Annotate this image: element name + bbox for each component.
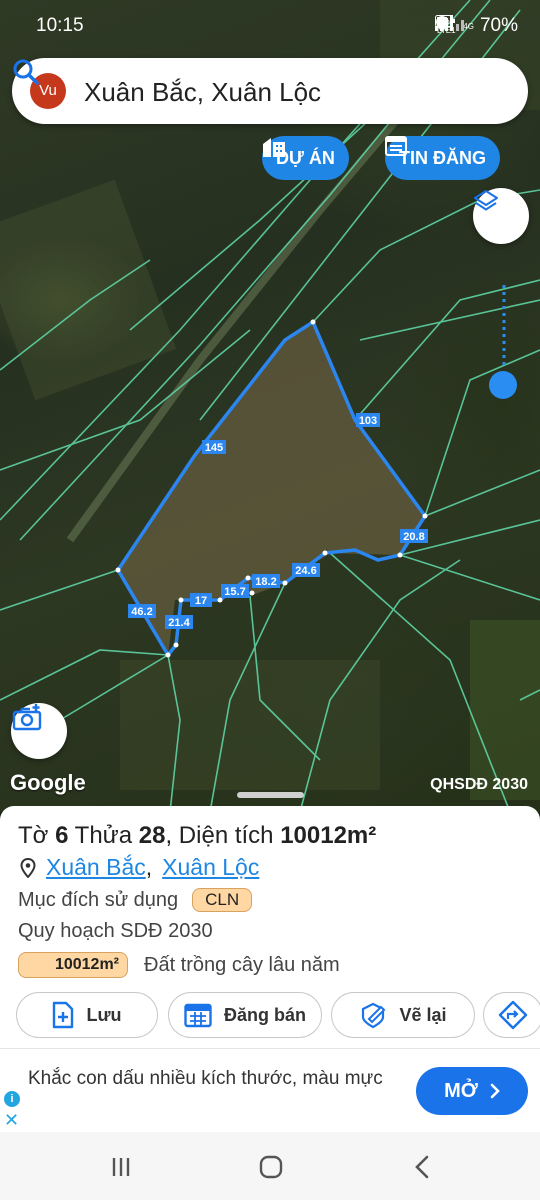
location-pin-icon (20, 857, 36, 878)
edge-label-21-4: 21.4 (165, 615, 193, 629)
parcel-title: Tờ 6 Thửa 28, Diện tích 10012m² (18, 822, 377, 849)
ad-close-icon[interactable]: ✕ (4, 1111, 19, 1129)
parcel-area: 10012m² (280, 822, 377, 849)
home-icon[interactable] (256, 1152, 286, 1182)
plan-label: Quy hoạch SDĐ 2030 (18, 920, 213, 942)
edge-label-15-7: 15.7 (221, 584, 249, 598)
chevron-right-icon (490, 1083, 500, 1099)
battery-level: 70% (479, 15, 518, 36)
plan-year-label: QHSDĐ 2030 (430, 776, 528, 793)
plan-area-badge: 10012m² (18, 952, 128, 978)
redraw-button[interactable]: Vẽ lại (331, 992, 475, 1038)
edge-label-24-6: 24.6 (292, 563, 320, 577)
ad-text: Khắc con dấu nhiều kích thước, màu mực (28, 1068, 383, 1089)
add-photo-button[interactable] (11, 703, 67, 759)
layers-button[interactable] (473, 188, 529, 244)
directions-button[interactable] (483, 992, 540, 1038)
edge-label-20-8: 20.8 (400, 529, 428, 543)
commune-link[interactable]: Xuân Bắc (46, 854, 146, 881)
svg-text:145: 145 (205, 442, 223, 454)
svg-text:18.2: 18.2 (255, 576, 276, 588)
save-button[interactable]: Lưu (16, 992, 158, 1038)
system-nav-bar (0, 1132, 540, 1200)
tin-dang-label: TIN ĐĂNG (399, 147, 486, 168)
battery-icon (435, 15, 456, 27)
plan-desc: Đất trồng cây lâu năm (144, 953, 340, 976)
svg-text:21.4: 21.4 (168, 617, 190, 629)
google-logo: Google (10, 770, 86, 795)
district-link[interactable]: Xuân Lộc (162, 854, 259, 881)
directions-icon (498, 1000, 528, 1030)
search-icon[interactable] (12, 58, 40, 86)
calendar-list-icon (385, 136, 407, 156)
to-number: 6 (55, 822, 69, 849)
sheet-drag-handle[interactable] (237, 792, 304, 798)
add-document-icon (53, 1001, 74, 1029)
ad-banner[interactable]: i ✕ Khắc con dấu nhiều kích thước, màu m… (0, 1048, 540, 1132)
search-input[interactable]: Xuân Bắc, Xuân Lộc (84, 77, 321, 108)
satellite-map[interactable]: 145 103 20.8 24.6 18.2 15.7 17 21.4 46.2… (0, 0, 540, 812)
status-bar: 10:15 Vo) LTE1 4G 70% (0, 0, 540, 52)
recent-apps-icon[interactable] (106, 1152, 136, 1182)
calendar-icon (184, 1003, 212, 1028)
parcel-info-sheet: Tờ 6 Thửa 28, Diện tích 10012m² Xuân Bắc… (0, 806, 540, 1048)
layers-icon (474, 190, 498, 211)
edge-label-46-2: 46.2 (128, 604, 156, 618)
sell-button[interactable]: Đăng bán (168, 992, 322, 1038)
svg-text:15.7: 15.7 (224, 586, 245, 598)
svg-text:20.8: 20.8 (403, 531, 424, 543)
parcel-location: Xuân Bắc , Xuân Lộc (20, 854, 259, 881)
edge-label-18-2: 18.2 (252, 574, 280, 588)
opacity-slider-handle[interactable] (489, 371, 517, 399)
plan-area-row: 10012m² Đất trồng cây lâu năm (18, 952, 340, 978)
search-bar[interactable]: Vu Xuân Bắc, Xuân Lộc (12, 58, 528, 124)
land-use-purpose: Mục đích sử dụng CLN (18, 888, 253, 912)
purpose-label: Mục đích sử dụng (18, 888, 179, 911)
du-an-button[interactable]: DỰ ÁN (262, 136, 349, 180)
svg-text:103: 103 (359, 415, 377, 427)
building-icon (263, 138, 285, 157)
edge-label-17: 17 (190, 593, 212, 607)
clock: 10:15 (36, 15, 84, 36)
ad-info-icon[interactable]: i (4, 1091, 20, 1107)
purpose-code-badge: CLN (192, 888, 253, 912)
ad-open-button[interactable]: MỞ (416, 1067, 528, 1115)
draw-icon (362, 1002, 386, 1029)
svg-text:24.6: 24.6 (295, 565, 316, 577)
edge-label-145: 145 (202, 440, 226, 454)
svg-text:46.2: 46.2 (131, 606, 152, 618)
svg-text:17: 17 (195, 595, 207, 607)
thua-number: 28 (138, 822, 166, 849)
action-row: Lưu Đăng bán Vẽ lại (0, 992, 540, 1038)
back-icon[interactable] (408, 1152, 438, 1182)
edge-label-103: 103 (356, 413, 380, 427)
add-photo-icon (12, 704, 42, 731)
tin-dang-button[interactable]: TIN ĐĂNG (385, 136, 500, 180)
